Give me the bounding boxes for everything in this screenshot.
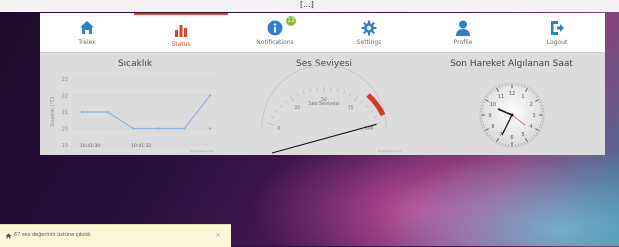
dashboard-panel: Trelex Status 12 Notifications Settings … xyxy=(40,13,605,155)
gauge-tick xyxy=(271,116,274,118)
home-icon xyxy=(5,233,12,239)
gauge-tick xyxy=(366,105,368,107)
gear-icon xyxy=(361,20,377,36)
temperature-point xyxy=(81,111,83,113)
clock-number: 6 xyxy=(510,135,513,141)
nav-label-profile: Profile xyxy=(416,39,510,46)
analog-clock: 121234567891011 xyxy=(418,53,605,155)
notification-toast: 67 ses değerinin üstüne çıkıldı × xyxy=(0,224,231,247)
sound-level-gauge: 0255075100 Ses Seviyesi Highcharts.com xyxy=(230,53,418,155)
sound-level-credit: Highcharts.com xyxy=(378,149,402,153)
temperature-y-tick: 20 xyxy=(62,127,68,133)
temperature-chart: Sıcaklık (°C) 23 22 21 20 19 10:41:30 10:41:3… xyxy=(40,53,230,155)
temperature-card: Sıcaklık Sıcaklık (°C) 2322212019 10:41:… xyxy=(40,53,230,155)
gauge-scale-label: 25 xyxy=(294,105,300,111)
temperature-credit: Highcharts.com xyxy=(190,149,214,153)
temperature-y-tick: 21 xyxy=(62,110,68,116)
temperature-point xyxy=(132,127,134,129)
gauge-tick xyxy=(344,91,345,94)
gauge-tick xyxy=(337,89,338,92)
temperature-x-tick: 10:41:32 xyxy=(131,143,151,149)
gauge-scale-label: 75 xyxy=(348,105,354,111)
gauge-tick xyxy=(275,111,277,113)
nav-item-profile[interactable]: Profile xyxy=(416,13,510,52)
notification-count-badge: 12 xyxy=(286,16,296,26)
clock-number: 3 xyxy=(532,113,535,119)
nav-item-status[interactable]: Status xyxy=(134,13,228,52)
top-navigation: Trelex Status 12 Notifications Settings … xyxy=(40,13,605,53)
gauge-tick xyxy=(268,123,273,126)
gauge-needle xyxy=(272,124,376,153)
nav-item-logout[interactable]: Logout xyxy=(510,13,604,52)
logout-icon xyxy=(549,20,565,36)
info-icon xyxy=(267,20,283,36)
temperature-point xyxy=(158,127,160,129)
clock-number: 8 xyxy=(491,124,494,130)
toast-message: 67 ses değerinin üstüne çıkıldı xyxy=(14,232,90,238)
toast-close-button[interactable]: × xyxy=(215,231,221,239)
nav-label-notifications: Notifications xyxy=(228,39,322,46)
nav-item-settings[interactable]: Settings xyxy=(322,13,416,52)
gauge-label: Ses Seviyesi xyxy=(308,101,339,107)
nav-label-home: Trelex xyxy=(40,39,134,46)
home-icon xyxy=(79,20,95,35)
temperature-point xyxy=(106,111,108,113)
gauge-tick xyxy=(297,93,298,96)
nav-item-notifications[interactable]: 12 Notifications xyxy=(228,13,322,52)
temperature-point xyxy=(209,127,211,129)
clock-number: 1 xyxy=(521,94,524,100)
gauge-scale-label: 0 xyxy=(277,126,280,132)
gauge-tick xyxy=(280,105,282,107)
gauge-tick xyxy=(370,111,372,113)
temperature-y-axis-title: Sıcaklık (°C) xyxy=(50,97,56,127)
page-mark: [...] xyxy=(300,0,314,9)
window-top-strip: [...] xyxy=(0,0,619,12)
clock-number: 9 xyxy=(488,113,491,119)
gauge-tick xyxy=(303,91,304,94)
clock-number: 5 xyxy=(521,132,524,138)
gauge-tick xyxy=(350,93,351,96)
clock-number: 4 xyxy=(529,124,532,130)
user-icon xyxy=(455,20,471,36)
last-motion-card: Son Hareket Algılanan Saat 1212345678910… xyxy=(418,53,605,155)
temperature-point xyxy=(183,127,185,129)
gauge-tick xyxy=(285,101,287,103)
gauge-tick xyxy=(374,116,377,118)
gauge-red-band xyxy=(368,95,383,115)
nav-label-logout: Logout xyxy=(510,39,604,46)
temperature-x-tick: 10:41:30 xyxy=(80,143,100,149)
nav-item-home[interactable]: Trelex xyxy=(40,13,134,52)
gauge-tick xyxy=(291,97,294,102)
temperature-y-tick: 22 xyxy=(62,94,68,100)
nav-label-settings: Settings xyxy=(322,39,416,46)
clock-number: 2 xyxy=(529,102,532,108)
clock-number: 12 xyxy=(509,91,515,97)
clock-center-pin xyxy=(511,114,514,117)
gauge-tick xyxy=(361,101,363,103)
gauge-tick xyxy=(354,97,357,102)
temperature-y-tick: 19 xyxy=(62,143,68,149)
bar-chart-icon xyxy=(173,22,189,38)
gauge-tick xyxy=(310,89,311,92)
clock-number: 10 xyxy=(490,102,496,108)
temperature-point xyxy=(209,94,211,96)
clock-number: 11 xyxy=(498,94,504,100)
temperature-y-tick: 23 xyxy=(62,77,68,83)
nav-label-status: Status xyxy=(134,41,228,48)
sound-level-card: Ses Seviyesi 0255075100 Ses Seviyesi Hig… xyxy=(230,53,418,155)
